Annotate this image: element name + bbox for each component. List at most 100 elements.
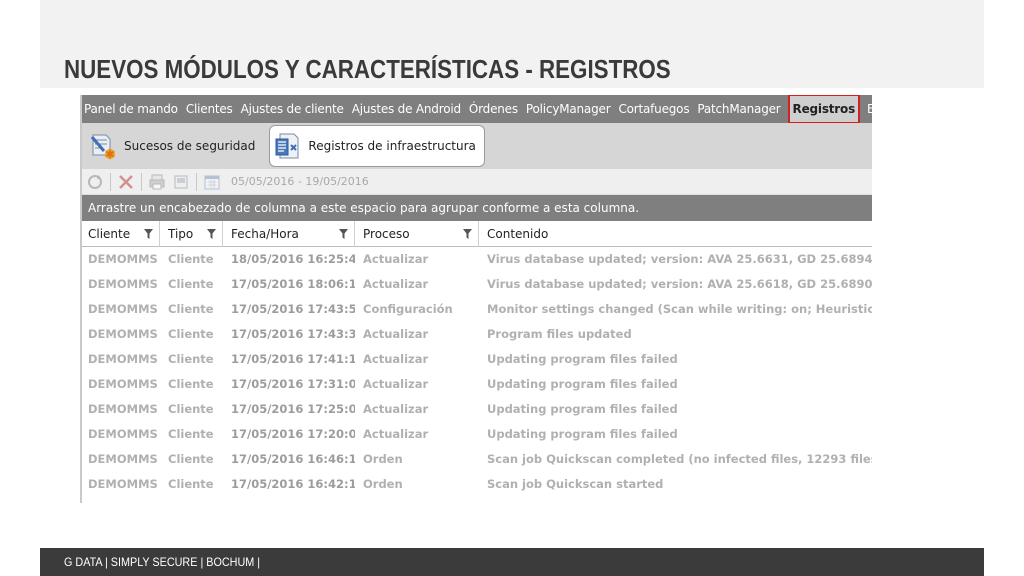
cell-cliente: DEMOMMS xyxy=(88,477,158,491)
cell-cliente: DEMOMMS xyxy=(88,352,158,366)
toolbar: 05/05/2016 - 19/05/2016 xyxy=(80,169,872,195)
cell-contenido: Updating program files failed xyxy=(487,402,678,416)
table-row[interactable]: DEMOMMS Cliente 17/05/2016 17:43:56 Conf… xyxy=(80,297,872,322)
filter-icon[interactable] xyxy=(339,229,348,239)
nav-tab-ordenes[interactable]: Órdenes xyxy=(465,95,522,123)
window-left-edge xyxy=(80,95,82,503)
cell-fecha-hora: 17/05/2016 17:43:32 xyxy=(231,327,355,341)
cell-tipo: Cliente xyxy=(168,377,214,391)
table-row[interactable]: DEMOMMS Cliente 17/05/2016 18:06:12 Actu… xyxy=(80,272,872,297)
toolbar-divider xyxy=(196,172,197,191)
cell-proceso: Orden xyxy=(363,477,403,491)
delete-icon[interactable] xyxy=(117,173,135,191)
cell-tipo: Cliente xyxy=(168,352,214,366)
refresh-icon[interactable] xyxy=(86,173,104,191)
toolbar-divider xyxy=(110,172,111,191)
infrastructure-logs-button[interactable]: Registros de infraestructura xyxy=(269,125,485,167)
table-row[interactable]: DEMOMMS Cliente 17/05/2016 17:31:08 Actu… xyxy=(80,372,872,397)
cell-contenido: Virus database updated; version: AVA 25.… xyxy=(487,252,872,266)
nav-tab-patchmanager[interactable]: PatchManager xyxy=(693,95,784,123)
column-header-contenido[interactable]: Contenido xyxy=(479,221,872,247)
calendar-icon[interactable] xyxy=(203,173,221,191)
infrastructure-logs-icon xyxy=(275,133,299,159)
infrastructure-logs-label: Registros de infraestructura xyxy=(308,139,476,153)
table-row[interactable]: DEMOMMS Cliente 17/05/2016 17:20:03 Actu… xyxy=(80,422,872,447)
cell-fecha-hora: 17/05/2016 16:42:10 xyxy=(231,477,355,491)
filter-icon[interactable] xyxy=(463,229,472,239)
cell-fecha-hora: 17/05/2016 17:20:03 xyxy=(231,427,355,441)
cell-contenido: Scan job Quickscan completed (no infecte… xyxy=(487,452,872,466)
cell-tipo: Cliente xyxy=(168,252,214,266)
table-row[interactable]: DEMOMMS Cliente 17/05/2016 17:25:07 Actu… xyxy=(80,397,872,422)
column-header-cliente[interactable]: Cliente xyxy=(80,221,160,247)
cell-fecha-hora: 17/05/2016 18:06:12 xyxy=(231,277,355,291)
cell-cliente: DEMOMMS xyxy=(88,327,158,341)
cell-proceso: Actualizar xyxy=(363,377,429,391)
cell-cliente: DEMOMMS xyxy=(88,402,158,416)
cell-fecha-hora: 18/05/2016 16:25:44 xyxy=(231,252,355,266)
table-row[interactable]: DEMOMMS Cliente 18/05/2016 16:25:44 Actu… xyxy=(80,247,872,272)
print-icon[interactable] xyxy=(148,173,166,191)
column-header-label: Contenido xyxy=(487,227,549,241)
cell-fecha-hora: 17/05/2016 17:31:08 xyxy=(231,377,355,391)
cell-contenido: Monitor settings changed (Scan while wri… xyxy=(487,302,872,316)
group-by-panel[interactable]: Arrastre un encabezado de columna a este… xyxy=(80,195,872,221)
grid-header: Cliente Tipo Fecha/Hora Proceso Contenid… xyxy=(80,221,872,247)
column-header-label: Cliente xyxy=(88,227,131,241)
cell-contenido: Scan job Quickscan started xyxy=(487,477,664,491)
column-header-tipo[interactable]: Tipo xyxy=(160,221,223,247)
cell-tipo: Cliente xyxy=(168,477,214,491)
nav-tab-estadistica[interactable]: Estadística xyxy=(863,95,872,123)
cell-proceso: Actualizar xyxy=(363,352,429,366)
cell-cliente: DEMOMMS xyxy=(88,252,158,266)
filter-icon[interactable] xyxy=(144,229,153,239)
nav-tab-policymanager[interactable]: PolicyManager xyxy=(522,95,615,123)
cell-fecha-hora: 17/05/2016 17:25:07 xyxy=(231,402,355,416)
table-row[interactable]: DEMOMMS Cliente 17/05/2016 16:46:10 Orde… xyxy=(80,447,872,472)
nav-tab-registros[interactable]: Registros xyxy=(787,95,861,124)
column-header-label: Proceso xyxy=(363,227,410,241)
cell-contenido: Updating program files failed xyxy=(487,352,678,366)
column-header-fecha-hora[interactable]: Fecha/Hora xyxy=(223,221,355,247)
cell-proceso: Actualizar xyxy=(363,277,429,291)
cell-fecha-hora: 17/05/2016 17:41:15 xyxy=(231,352,355,366)
print-preview-icon[interactable] xyxy=(172,173,190,191)
cell-tipo: Cliente xyxy=(168,327,214,341)
slide-title: NUEVOS MÓDULOS Y CARACTERÍSTICAS - REGIS… xyxy=(64,54,671,84)
app-window: Panel de mando Clientes Ajustes de clien… xyxy=(80,95,872,503)
cell-cliente: DEMOMMS xyxy=(88,302,158,316)
cell-fecha-hora: 17/05/2016 16:46:10 xyxy=(231,452,355,466)
column-header-proceso[interactable]: Proceso xyxy=(355,221,479,247)
log-grid: Cliente Tipo Fecha/Hora Proceso Contenid… xyxy=(80,221,872,497)
cell-tipo: Cliente xyxy=(168,402,214,416)
toolbar-divider xyxy=(141,172,142,191)
cell-cliente: DEMOMMS xyxy=(88,277,158,291)
nav-tab-ajustes-de-cliente[interactable]: Ajustes de cliente xyxy=(237,95,348,123)
security-events-icon xyxy=(90,134,115,160)
security-events-button[interactable]: Sucesos de seguridad xyxy=(86,125,263,167)
footer-text: G DATA | SIMPLY SECURE | BOCHUM | xyxy=(64,555,261,569)
cell-cliente: DEMOMMS xyxy=(88,452,158,466)
filter-icon[interactable] xyxy=(207,229,216,239)
cell-proceso: Actualizar xyxy=(363,402,429,416)
cell-proceso: Orden xyxy=(363,452,403,466)
cell-proceso: Actualizar xyxy=(363,327,429,341)
cell-proceso: Actualizar xyxy=(363,427,429,441)
column-header-label: Tipo xyxy=(168,227,194,241)
cell-proceso: Configuración xyxy=(363,302,453,316)
nav-tab-clientes[interactable]: Clientes xyxy=(182,95,237,123)
table-row[interactable]: DEMOMMS Cliente 17/05/2016 17:43:32 Actu… xyxy=(80,322,872,347)
nav-tab-cortafuegos[interactable]: Cortafuegos xyxy=(614,95,693,123)
cell-tipo: Cliente xyxy=(168,452,214,466)
main-nav: Panel de mando Clientes Ajustes de clien… xyxy=(80,95,872,124)
nav-tab-ajustes-de-android[interactable]: Ajustes de Android xyxy=(348,95,465,123)
nav-tab-panel-de-mando[interactable]: Panel de mando xyxy=(80,95,182,123)
cell-tipo: Cliente xyxy=(168,302,214,316)
cell-cliente: DEMOMMS xyxy=(88,427,158,441)
date-range-field[interactable]: 05/05/2016 - 19/05/2016 xyxy=(231,175,369,188)
table-row[interactable]: DEMOMMS Cliente 17/05/2016 17:41:15 Actu… xyxy=(80,347,872,372)
cell-proceso: Actualizar xyxy=(363,252,429,266)
cell-tipo: Cliente xyxy=(168,427,214,441)
cell-fecha-hora: 17/05/2016 17:43:56 xyxy=(231,302,355,316)
table-row[interactable]: DEMOMMS Cliente 17/05/2016 16:42:10 Orde… xyxy=(80,472,872,497)
